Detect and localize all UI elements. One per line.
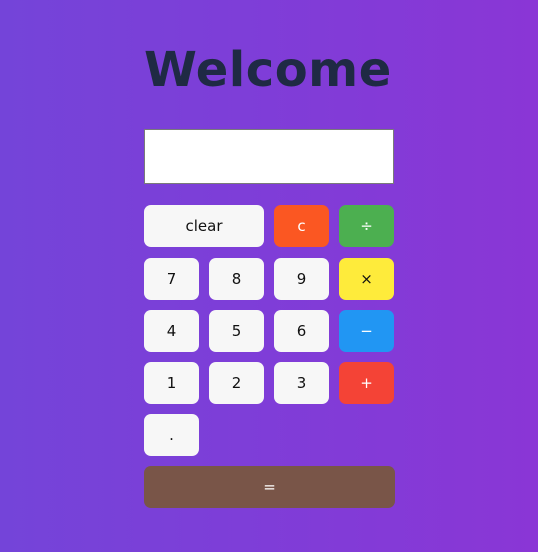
calculator: Welcome clear c ÷ 7 8 9 × 4 5 6 − 1 2 3 … xyxy=(144,42,396,508)
digit-3-button[interactable]: 3 xyxy=(274,362,329,404)
clear-button[interactable]: clear xyxy=(144,205,264,247)
digit-8-button[interactable]: 8 xyxy=(209,258,264,300)
digit-7-button[interactable]: 7 xyxy=(144,258,199,300)
equals-button[interactable]: = xyxy=(144,466,395,508)
digit-6-button[interactable]: 6 xyxy=(274,310,329,352)
add-button[interactable]: + xyxy=(339,362,394,404)
digit-4-button[interactable]: 4 xyxy=(144,310,199,352)
decimal-button[interactable]: . xyxy=(144,414,199,456)
divide-button[interactable]: ÷ xyxy=(339,205,394,247)
digit-5-button[interactable]: 5 xyxy=(209,310,264,352)
digit-1-button[interactable]: 1 xyxy=(144,362,199,404)
page-title: Welcome xyxy=(144,42,392,98)
digit-2-button[interactable]: 2 xyxy=(209,362,264,404)
subtract-button[interactable]: − xyxy=(339,310,394,352)
digit-9-button[interactable]: 9 xyxy=(274,258,329,300)
multiply-button[interactable]: × xyxy=(339,258,394,300)
c-button[interactable]: c xyxy=(274,205,329,247)
calculator-display[interactable] xyxy=(144,129,394,184)
